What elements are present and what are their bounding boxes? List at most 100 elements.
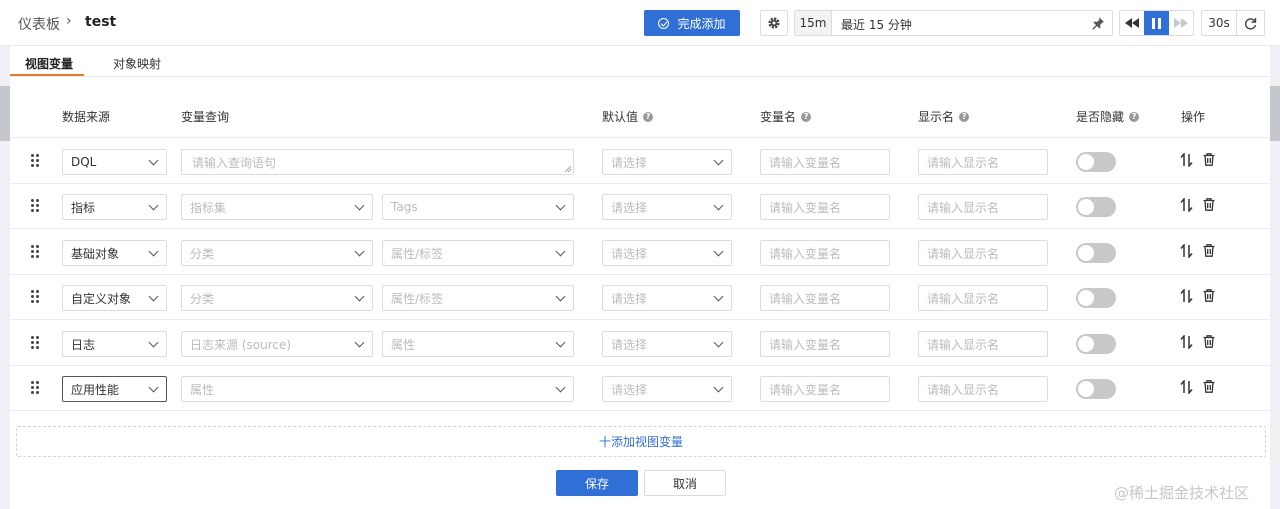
- query-main-select[interactable]: 指标集: [181, 194, 373, 220]
- query-main-select[interactable]: 日志来源 (source): [181, 331, 373, 357]
- table-row: 自定义对象 分类 属性/标签 请选择 请输入变量名 请输入显示名: [10, 275, 1270, 320]
- sort-icon[interactable]: [1180, 153, 1193, 167]
- variable-name-input[interactable]: 请输入变量名: [760, 376, 890, 402]
- help-icon[interactable]: ?: [959, 111, 970, 122]
- cancel-button[interactable]: 取消: [644, 470, 726, 496]
- source-select[interactable]: 自定义对象: [62, 285, 167, 311]
- chevron-down-icon: [713, 200, 724, 211]
- query-textarea[interactable]: 请输入查询语句: [181, 149, 574, 175]
- table-row: 指标 指标集 Tags 请选择 请输入变量名 请输入显示名: [10, 184, 1270, 229]
- variable-name-input[interactable]: 请输入变量名: [760, 149, 890, 175]
- sort-icon[interactable]: [1180, 244, 1193, 258]
- source-select[interactable]: 日志: [62, 331, 167, 357]
- hidden-toggle[interactable]: [1076, 288, 1116, 308]
- time-range-short[interactable]: 15m: [795, 11, 832, 35]
- query-main-select[interactable]: 属性: [181, 376, 574, 402]
- display-name-input[interactable]: 请输入显示名: [918, 285, 1048, 311]
- save-button[interactable]: 保存: [556, 470, 638, 496]
- help-icon[interactable]: ?: [643, 111, 654, 122]
- drag-handle-icon[interactable]: [31, 154, 39, 167]
- drag-handle-icon[interactable]: [31, 290, 39, 303]
- drag-handle-icon[interactable]: [31, 381, 39, 394]
- chevron-down-icon: [354, 200, 365, 211]
- source-select[interactable]: 应用性能: [62, 376, 167, 402]
- view-variable-panel: 视图变量 对象映射 数据来源 变量查询 默认值? 变量名? 显示名? 是否隐藏?…: [10, 46, 1270, 509]
- chevron-down-icon: [555, 337, 566, 348]
- sort-icon[interactable]: [1180, 289, 1193, 303]
- table-row: 基础对象 分类 属性/标签 请选择 请输入变量名 请输入显示名: [10, 230, 1270, 275]
- source-select[interactable]: 指标: [62, 194, 167, 220]
- col-hidden: 是否隐藏?: [1076, 108, 1140, 125]
- source-select[interactable]: DQL: [62, 149, 167, 175]
- display-name-input[interactable]: 请输入显示名: [918, 240, 1048, 266]
- done-add-button[interactable]: 完成添加: [644, 10, 740, 36]
- default-value-select[interactable]: 请选择: [602, 149, 732, 175]
- pin-icon[interactable]: [1091, 16, 1105, 33]
- chevron-down-icon: [354, 246, 365, 257]
- query-main-select[interactable]: 分类: [181, 240, 373, 266]
- hidden-toggle[interactable]: [1076, 243, 1116, 263]
- default-value-select[interactable]: 请选择: [602, 376, 732, 402]
- breadcrumb-dashboard[interactable]: 仪表板: [18, 14, 60, 34]
- row-actions: [1180, 153, 1215, 167]
- sort-icon[interactable]: [1180, 335, 1193, 349]
- trash-icon[interactable]: [1203, 244, 1215, 257]
- query-sub-select[interactable]: 属性: [382, 331, 574, 357]
- drag-handle-icon[interactable]: [31, 245, 39, 258]
- col-ops: 操作: [1181, 110, 1206, 124]
- add-view-variable-button[interactable]: 十添加视图变量: [16, 426, 1266, 457]
- hidden-toggle[interactable]: [1076, 379, 1116, 399]
- time-range-picker[interactable]: 15m 最近 15 分钟: [794, 10, 1113, 36]
- drag-handle-icon[interactable]: [31, 199, 39, 212]
- tab-view-variables[interactable]: 视图变量: [25, 55, 73, 72]
- display-name-input[interactable]: 请输入显示名: [918, 376, 1048, 402]
- trash-icon[interactable]: [1203, 153, 1215, 166]
- sort-icon[interactable]: [1180, 198, 1193, 212]
- default-value-select[interactable]: 请选择: [602, 194, 732, 220]
- settings-button[interactable]: [760, 10, 788, 36]
- chevron-down-icon: [148, 246, 159, 257]
- chevron-down-icon: [148, 337, 159, 348]
- display-name-input[interactable]: 请输入显示名: [918, 194, 1048, 220]
- col-varname: 变量名?: [760, 108, 812, 125]
- trash-icon[interactable]: [1203, 198, 1215, 211]
- query-sub-select[interactable]: 属性/标签: [382, 285, 574, 311]
- pause-button[interactable]: [1144, 11, 1169, 35]
- chevron-down-icon: [148, 200, 159, 211]
- drag-handle-icon[interactable]: [31, 336, 39, 349]
- default-value-select[interactable]: 请选择: [602, 240, 732, 266]
- trash-icon[interactable]: [1203, 335, 1215, 348]
- variable-name-input[interactable]: 请输入变量名: [760, 331, 890, 357]
- breadcrumb-separator: ›: [66, 13, 72, 29]
- query-sub-select[interactable]: Tags: [382, 194, 574, 220]
- refresh-button[interactable]: [1237, 11, 1264, 35]
- variable-name-input[interactable]: 请输入变量名: [760, 240, 890, 266]
- col-query: 变量查询: [181, 110, 230, 124]
- time-range-label: 最近 15 分钟: [841, 18, 912, 32]
- query-sub-select[interactable]: 属性/标签: [382, 240, 574, 266]
- help-icon[interactable]: ?: [1129, 111, 1140, 122]
- forward-button[interactable]: [1169, 11, 1193, 35]
- default-value-select[interactable]: 请选择: [602, 331, 732, 357]
- source-select[interactable]: 基础对象: [62, 240, 167, 266]
- variable-name-input[interactable]: 请输入变量名: [760, 285, 890, 311]
- refresh-interval[interactable]: 30s: [1202, 11, 1237, 35]
- chevron-down-icon: [354, 337, 365, 348]
- hidden-toggle[interactable]: [1076, 197, 1116, 217]
- variable-name-input[interactable]: 请输入变量名: [760, 194, 890, 220]
- help-icon[interactable]: ?: [801, 111, 812, 122]
- default-value-select[interactable]: 请选择: [602, 285, 732, 311]
- query-main-select[interactable]: 分类: [181, 285, 373, 311]
- tab-object-mapping[interactable]: 对象映射: [113, 55, 161, 72]
- watermark: @稀土掘金技术社区: [1114, 484, 1250, 502]
- display-name-input[interactable]: 请输入显示名: [918, 331, 1048, 357]
- display-name-input[interactable]: 请输入显示名: [918, 149, 1048, 175]
- row-actions: [1180, 289, 1215, 303]
- table-row: 应用性能 属性 请选择 请输入变量名 请输入显示名: [10, 366, 1270, 411]
- rewind-button[interactable]: [1120, 11, 1144, 35]
- trash-icon[interactable]: [1203, 289, 1215, 302]
- trash-icon[interactable]: [1203, 380, 1215, 393]
- hidden-toggle[interactable]: [1076, 152, 1116, 172]
- hidden-toggle[interactable]: [1076, 334, 1116, 354]
- sort-icon[interactable]: [1180, 380, 1193, 394]
